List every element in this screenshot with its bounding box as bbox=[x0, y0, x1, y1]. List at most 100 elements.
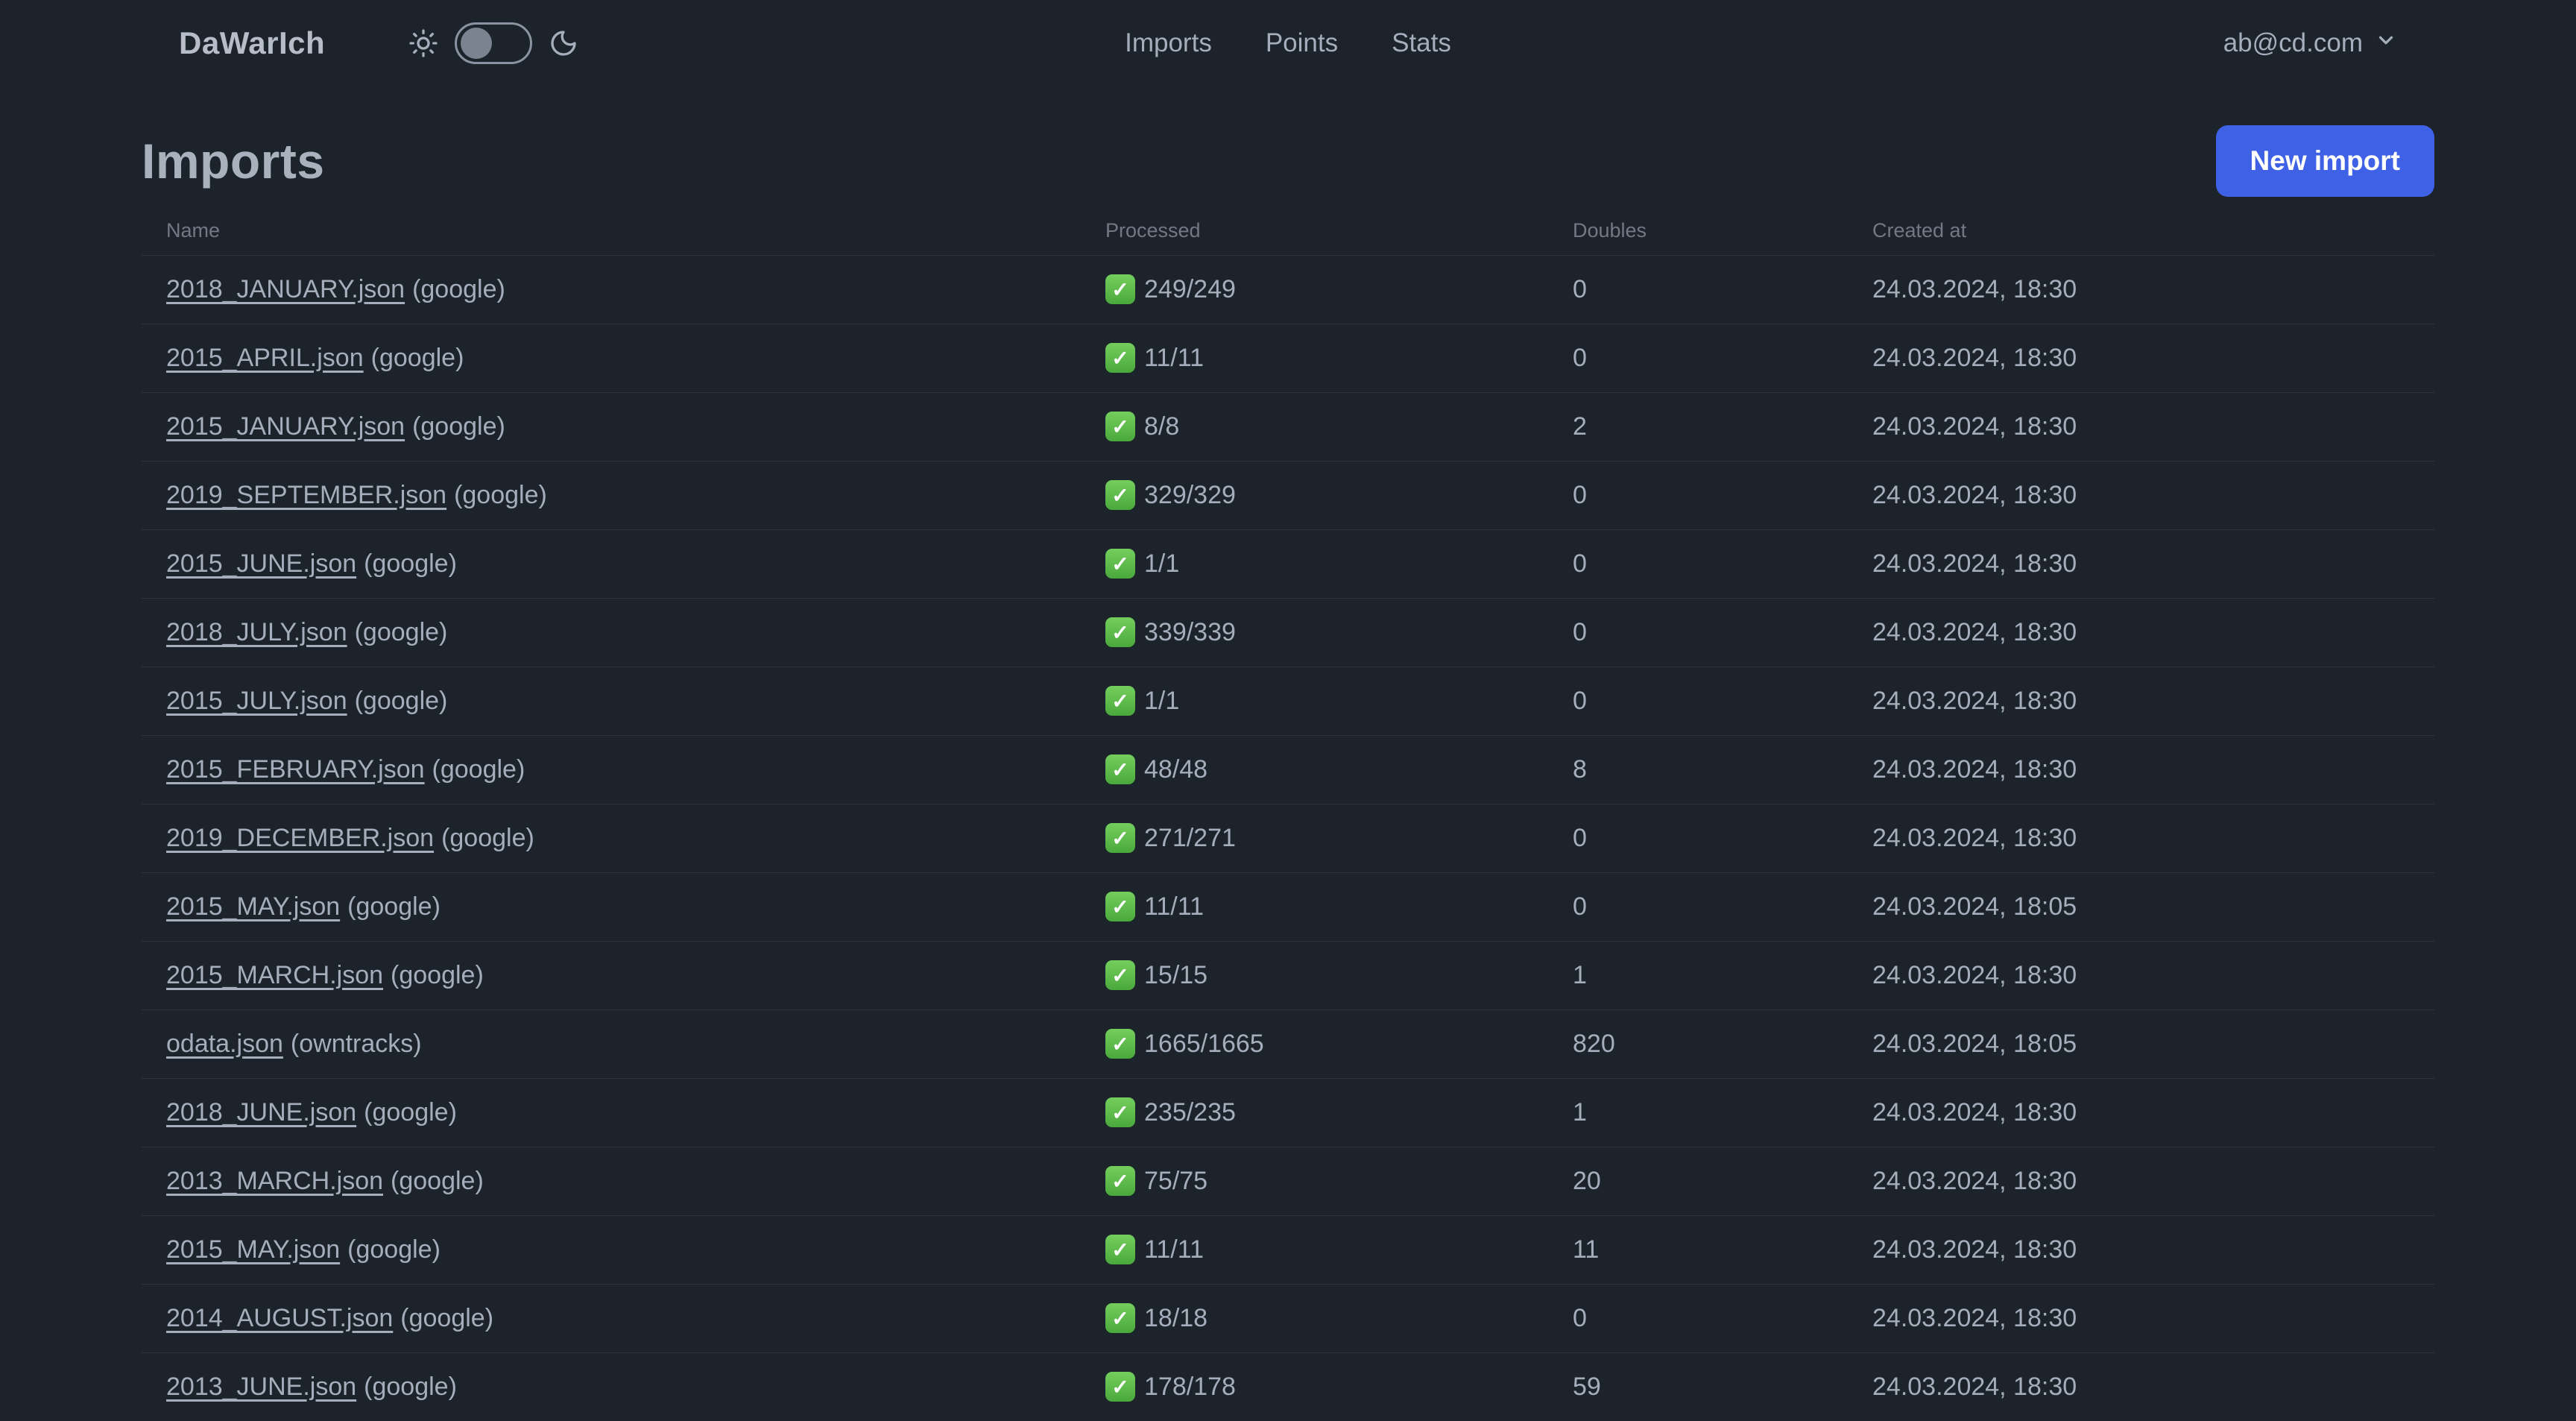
created-at-cell: 24.03.2024, 18:30 bbox=[1872, 686, 2077, 715]
import-source: (owntracks) bbox=[290, 1029, 422, 1058]
table-row: 2014_AUGUST.json (google) ✓ 18/18 0 24.03… bbox=[142, 1284, 2434, 1352]
doubles-cell: 0 bbox=[1573, 480, 1587, 509]
name-cell: 2018_JUNE.json (google) bbox=[142, 1078, 1081, 1147]
main-content: Imports New import Name Processed Double… bbox=[0, 125, 2576, 1421]
processed-cell: ✓ 75/75 bbox=[1081, 1147, 1548, 1215]
navbar: DaWarIch Imports Points Stats ab@cd.com bbox=[0, 0, 2576, 86]
import-file-link[interactable]: 2019_SEPTEMBER.json bbox=[166, 481, 446, 509]
created-at-cell: 24.03.2024, 18:30 bbox=[1872, 274, 2077, 303]
processed-count: 8/8 bbox=[1144, 412, 1180, 441]
import-source: (google) bbox=[370, 343, 464, 372]
doubles-cell: 820 bbox=[1573, 1029, 1615, 1058]
import-source: (google) bbox=[364, 1372, 457, 1401]
check-icon: ✓ bbox=[1105, 1303, 1135, 1333]
theme-toggle[interactable] bbox=[408, 22, 578, 64]
import-file-link[interactable]: 2018_JANUARY.json bbox=[166, 275, 405, 303]
table-header-row: Name Processed Doubles Created at bbox=[142, 207, 2434, 255]
name-cell: 2019_SEPTEMBER.json (google) bbox=[142, 461, 1081, 529]
user-email: ab@cd.com bbox=[2223, 28, 2363, 57]
import-file-link[interactable]: 2015_MAY.json bbox=[166, 1235, 340, 1264]
check-icon: ✓ bbox=[1105, 274, 1135, 304]
import-file-link[interactable]: 2013_JUNE.json bbox=[166, 1373, 356, 1401]
processed-cell: ✓ 339/339 bbox=[1081, 598, 1548, 667]
nav-item-points[interactable]: Points bbox=[1266, 28, 1338, 58]
name-cell: 2013_JUNE.json (google) bbox=[142, 1352, 1081, 1421]
table-row: 2018_JANUARY.json (google) ✓ 249/249 0 24… bbox=[142, 255, 2434, 324]
check-icon: ✓ bbox=[1105, 412, 1135, 441]
processed-cell: ✓ 329/329 bbox=[1081, 461, 1548, 529]
check-icon: ✓ bbox=[1105, 1166, 1135, 1196]
created-at-cell: 24.03.2024, 18:30 bbox=[1872, 549, 2077, 578]
doubles-cell: 0 bbox=[1573, 617, 1587, 646]
table-row: 2013_JUNE.json (google) ✓ 178/178 59 24.0… bbox=[142, 1352, 2434, 1421]
app-logo[interactable]: DaWarIch bbox=[179, 25, 325, 61]
import-file-link[interactable]: 2015_MAY.json bbox=[166, 892, 340, 921]
import-source: (google) bbox=[454, 480, 547, 509]
processed-cell: ✓ 235/235 bbox=[1081, 1078, 1548, 1147]
import-source: (google) bbox=[412, 412, 505, 441]
doubles-cell: 0 bbox=[1573, 343, 1587, 372]
processed-count: 1/1 bbox=[1144, 686, 1180, 715]
name-cell: 2015_JANUARY.json (google) bbox=[142, 392, 1081, 461]
processed-count: 15/15 bbox=[1144, 960, 1208, 989]
import-file-link[interactable]: 2015_FEBRUARY.json bbox=[166, 755, 425, 784]
created-at-cell: 24.03.2024, 18:30 bbox=[1872, 1166, 2077, 1195]
processed-cell: ✓ 1/1 bbox=[1081, 667, 1548, 735]
processed-cell: ✓ 48/48 bbox=[1081, 735, 1548, 804]
processed-cell: ✓ 18/18 bbox=[1081, 1284, 1548, 1352]
processed-count: 178/178 bbox=[1144, 1372, 1236, 1401]
nav-item-stats[interactable]: Stats bbox=[1392, 28, 1451, 58]
import-file-link[interactable]: 2018_JUNE.json bbox=[166, 1098, 356, 1127]
created-at-cell: 24.03.2024, 18:30 bbox=[1872, 1235, 2077, 1264]
name-cell: odata.json (owntracks) bbox=[142, 1009, 1081, 1078]
theme-switch[interactable] bbox=[455, 22, 533, 64]
created-at-cell: 24.03.2024, 18:05 bbox=[1872, 1029, 2077, 1058]
name-cell: 2015_MAY.json (google) bbox=[142, 1215, 1081, 1284]
table-row: 2018_JULY.json (google) ✓ 339/339 0 24.03… bbox=[142, 598, 2434, 667]
new-import-button[interactable]: New import bbox=[2215, 125, 2434, 197]
moon-icon bbox=[549, 28, 578, 58]
user-menu[interactable]: ab@cd.com bbox=[2223, 28, 2397, 58]
processed-cell: ✓ 11/11 bbox=[1081, 1215, 1548, 1284]
table-row: 2013_MARCH.json (google) ✓ 75/75 20 24.03… bbox=[142, 1147, 2434, 1215]
created-at-cell: 24.03.2024, 18:30 bbox=[1872, 1372, 2077, 1401]
table-row: 2015_MAY.json (google) ✓ 11/11 11 24.03.2… bbox=[142, 1215, 2434, 1284]
created-at-cell: 24.03.2024, 18:30 bbox=[1872, 1097, 2077, 1127]
table-row: 2018_JUNE.json (google) ✓ 235/235 1 24.03… bbox=[142, 1078, 2434, 1147]
table-row: odata.json (owntracks) ✓ 1665/1665 820 24… bbox=[142, 1009, 2434, 1078]
import-source: (google) bbox=[354, 686, 448, 715]
name-cell: 2013_MARCH.json (google) bbox=[142, 1147, 1081, 1215]
name-cell: 2018_JANUARY.json (google) bbox=[142, 255, 1081, 324]
name-cell: 2014_AUGUST.json (google) bbox=[142, 1284, 1081, 1352]
import-file-link[interactable]: 2015_JANUARY.json bbox=[166, 412, 405, 441]
processed-count: 235/235 bbox=[1144, 1097, 1236, 1127]
processed-cell: ✓ 11/11 bbox=[1081, 872, 1548, 941]
table-row: 2015_MAY.json (google) ✓ 11/11 0 24.03.20… bbox=[142, 872, 2434, 941]
import-file-link[interactable]: 2013_MARCH.json bbox=[166, 1167, 383, 1195]
processed-count: 329/329 bbox=[1144, 480, 1236, 509]
import-source: (google) bbox=[347, 892, 441, 921]
processed-count: 18/18 bbox=[1144, 1303, 1208, 1332]
import-file-link[interactable]: 2015_APRIL.json bbox=[166, 344, 364, 372]
import-source: (google) bbox=[400, 1303, 494, 1332]
name-cell: 2015_JULY.json (google) bbox=[142, 667, 1081, 735]
import-file-link[interactable]: 2015_JULY.json bbox=[166, 687, 347, 715]
sun-icon bbox=[408, 28, 438, 58]
check-icon: ✓ bbox=[1105, 1235, 1135, 1264]
import-file-link[interactable]: odata.json bbox=[166, 1030, 283, 1058]
import-file-link[interactable]: 2015_JUNE.json bbox=[166, 549, 356, 578]
import-file-link[interactable]: 2018_JULY.json bbox=[166, 618, 347, 646]
import-file-link[interactable]: 2015_MARCH.json bbox=[166, 961, 383, 989]
page-title: Imports bbox=[142, 133, 325, 189]
check-icon: ✓ bbox=[1105, 960, 1135, 990]
check-icon: ✓ bbox=[1105, 480, 1135, 510]
check-icon: ✓ bbox=[1105, 686, 1135, 716]
nav-item-imports[interactable]: Imports bbox=[1125, 28, 1212, 58]
import-file-link[interactable]: 2019_DECEMBER.json bbox=[166, 824, 434, 852]
check-icon: ✓ bbox=[1105, 1029, 1135, 1059]
import-source: (google) bbox=[364, 1097, 457, 1127]
check-icon: ✓ bbox=[1105, 1097, 1135, 1127]
import-file-link[interactable]: 2014_AUGUST.json bbox=[166, 1304, 393, 1332]
name-cell: 2015_MAY.json (google) bbox=[142, 872, 1081, 941]
import-source: (google) bbox=[412, 274, 505, 303]
